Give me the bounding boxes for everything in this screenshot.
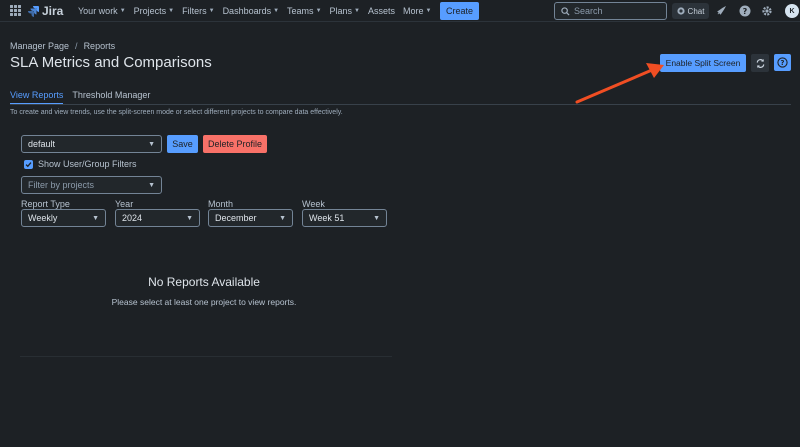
nav-more[interactable]: More ▼ [399, 6, 435, 16]
breadcrumb: Manager Page / Reports [10, 41, 115, 51]
nav-dashboards[interactable]: Dashboards ▼ [219, 6, 283, 16]
nav-plans[interactable]: Plans ▼ [326, 6, 364, 16]
search-placeholder: Search [574, 6, 603, 16]
jira-logo[interactable]: Jira [27, 3, 63, 19]
jira-logo-text: Jira [42, 4, 64, 18]
enable-split-screen-button[interactable]: Enable Split Screen [660, 54, 746, 72]
project-filter-placeholder: Filter by projects [28, 180, 95, 190]
chevron-down-icon: ▼ [354, 8, 360, 14]
info-icon: ? [777, 57, 788, 68]
nav-label: Projects [133, 6, 167, 16]
refresh-button[interactable] [751, 54, 769, 72]
show-filters-checkbox-row[interactable]: Show User/Group Filters [24, 159, 137, 169]
avatar[interactable]: K [785, 4, 799, 18]
save-button[interactable]: Save [167, 135, 198, 153]
chevron-down-icon: ▼ [119, 8, 126, 14]
breadcrumb-manager-page[interactable]: Manager Page [10, 41, 69, 51]
info-button[interactable]: ? [774, 54, 791, 71]
nav-label: Assets [367, 6, 395, 16]
chevron-down-icon: ▼ [208, 8, 215, 14]
svg-text:?: ? [781, 59, 785, 67]
chevron-down-icon: ▼ [148, 181, 155, 189]
month-select[interactable]: December ▼ [208, 209, 293, 227]
nav-label: Plans [329, 6, 353, 16]
nav-label: Dashboards [222, 6, 272, 16]
chat-label: Chat [687, 6, 705, 16]
tab-view-reports[interactable]: View Reports [10, 88, 64, 105]
help-text: To create and view trends, use the split… [10, 109, 343, 116]
nav-label: Your work [78, 6, 118, 16]
breadcrumb-separator: / [75, 41, 78, 51]
show-filters-label: Show User/Group Filters [38, 159, 137, 169]
chevron-down-icon: ▼ [273, 8, 280, 14]
search-input[interactable]: Search [554, 2, 667, 20]
nav-teams[interactable]: Teams ▼ [283, 6, 325, 16]
chat-button[interactable]: Chat [672, 3, 709, 19]
nav-filters[interactable]: Filters ▼ [178, 6, 218, 16]
chevron-down-icon: ▼ [373, 214, 380, 222]
nav-label: Teams [287, 6, 314, 16]
show-filters-checkbox[interactable] [24, 159, 33, 169]
breadcrumb-reports[interactable]: Reports [84, 41, 116, 51]
refresh-icon [756, 58, 764, 68]
month-label: Month [208, 199, 234, 209]
week-label: Week [302, 199, 325, 209]
jira-logo-icon [28, 6, 39, 17]
report-tabs: View Reports Threshold Manager [10, 88, 150, 105]
nav-your-work[interactable]: Your work ▼ [74, 6, 130, 16]
search-icon [561, 6, 570, 16]
empty-state-description: Please select at least one project to vi… [111, 297, 297, 307]
profile-select-value: default [28, 139, 56, 149]
notifications-icon[interactable] [715, 4, 728, 17]
nav-assets[interactable]: Assets [364, 6, 399, 16]
nav-label: More [403, 6, 424, 16]
nav-projects[interactable]: Projects ▼ [130, 6, 178, 16]
help-icon[interactable]: ? [738, 4, 751, 17]
chevron-down-icon: ▼ [186, 214, 193, 222]
checkmark-icon [25, 161, 32, 167]
app-switcher-icon[interactable] [10, 5, 21, 16]
chevron-down-icon: ▼ [148, 140, 155, 148]
chevron-down-icon: ▼ [92, 214, 99, 222]
month-value: December [215, 213, 257, 223]
chevron-down-icon: ▼ [279, 214, 286, 222]
report-type-label: Report Type [21, 199, 70, 209]
nav-links: Your work ▼ Projects ▼ Filters ▼ Dashboards… [74, 0, 435, 22]
chevron-down-icon: ▼ [425, 8, 432, 14]
year-select[interactable]: 2024 ▼ [115, 209, 200, 227]
week-value: Week 51 [309, 213, 345, 223]
chat-icon [676, 7, 685, 15]
report-type-select[interactable]: Weekly ▼ [21, 209, 106, 227]
page-title: SLA Metrics and Comparisons [10, 54, 212, 71]
tab-threshold-manager[interactable]: Threshold Manager [72, 88, 150, 105]
profile-select[interactable]: default ▼ [21, 135, 162, 153]
nav-label: Filters [182, 6, 207, 16]
project-filter-select[interactable]: Filter by projects ▼ [21, 176, 162, 194]
settings-icon[interactable] [760, 4, 773, 17]
create-button[interactable]: Create [440, 2, 479, 20]
week-select[interactable]: Week 51 ▼ [302, 209, 387, 227]
delete-profile-button[interactable]: Delete Profile [203, 135, 267, 153]
empty-state-title: No Reports Available [148, 275, 260, 289]
year-label: Year [115, 199, 134, 209]
report-type-value: Weekly [28, 213, 58, 223]
chevron-down-icon: ▼ [315, 8, 322, 14]
year-value: 2024 [122, 213, 143, 223]
tabs-divider [10, 104, 791, 105]
chevron-down-icon: ▼ [168, 8, 175, 14]
top-navigation: Jira Your work ▼ Projects ▼ Filters ▼ Dashb… [0, 0, 800, 22]
svg-text:?: ? [742, 7, 747, 16]
empty-state-divider [20, 356, 392, 357]
